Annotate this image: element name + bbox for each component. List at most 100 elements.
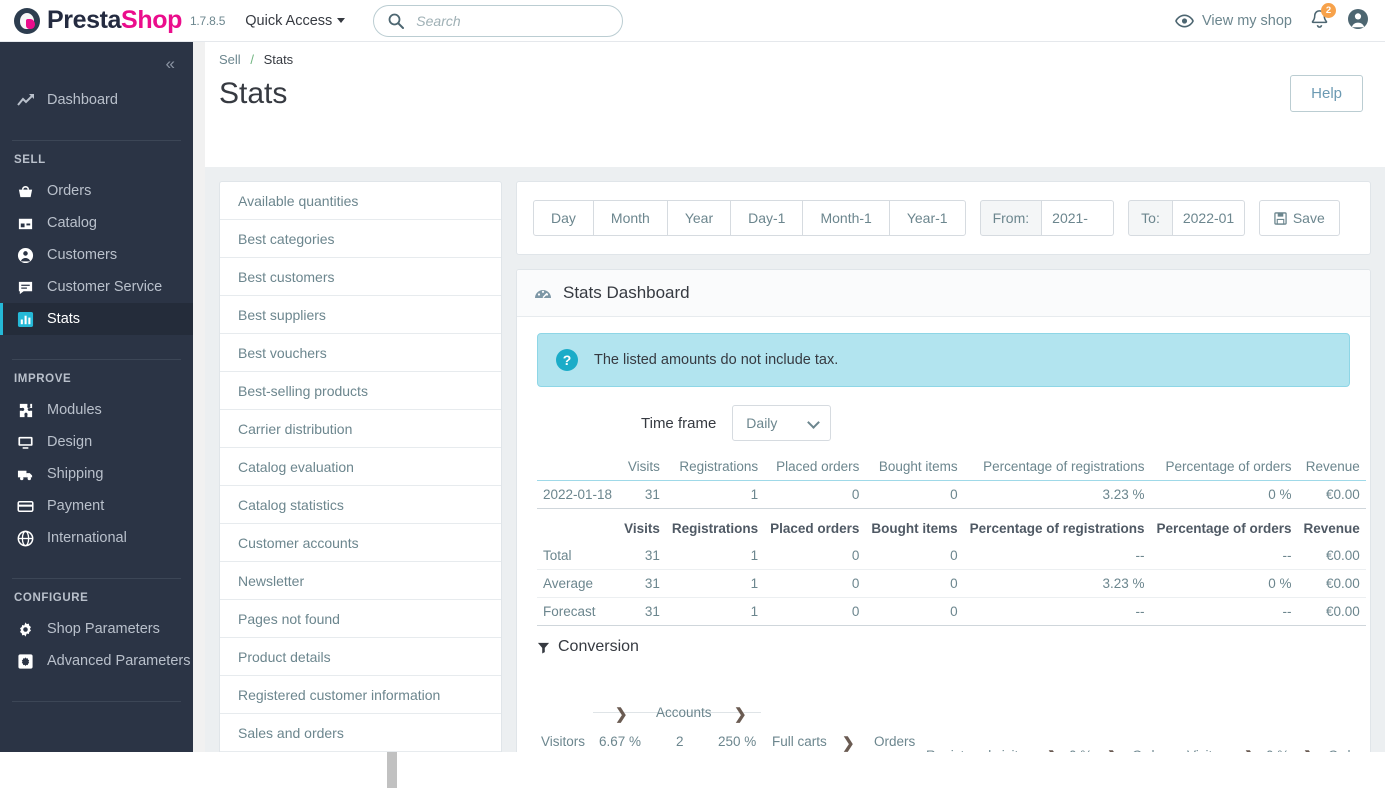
sidebar-divider xyxy=(12,578,181,579)
stats-nav-item-best-vouchers[interactable]: Best vouchers xyxy=(220,334,501,372)
person-circle-icon xyxy=(1348,9,1368,29)
date-from-input[interactable] xyxy=(1042,200,1115,236)
period-button-year[interactable]: Year xyxy=(666,200,732,236)
sum-col-pct-orders: Percentage of orders xyxy=(1156,521,1292,536)
sidebar-divider xyxy=(12,701,181,702)
stats-nav-item-available-quantities[interactable]: Available quantities xyxy=(220,182,501,220)
stats-nav-item-customer-accounts[interactable]: Customer accounts xyxy=(220,524,501,562)
cell-placed-orders: 0 xyxy=(764,480,866,509)
stats-nav-item-carrier-distribution[interactable]: Carrier distribution xyxy=(220,410,501,448)
conversion-accounts-value: 2 xyxy=(676,734,684,749)
stats-nav-item-catalog-statistics[interactable]: Catalog statistics xyxy=(220,486,501,524)
stats-nav-item-pages-not-found[interactable]: Pages not found xyxy=(220,600,501,638)
conversion-accounts-label: Accounts xyxy=(656,705,712,720)
right-column: Day Month Year Day-1 Month-1 Year-1 From… xyxy=(516,181,1371,752)
quick-access-menu[interactable]: Quick Access xyxy=(245,13,346,29)
stats-nav-item-catalog-evaluation[interactable]: Catalog evaluation xyxy=(220,448,501,486)
period-button-group: Day Month Year Day-1 Month-1 Year-1 xyxy=(533,200,966,236)
sidebar-item-customer-service[interactable]: Customer Service xyxy=(0,271,193,303)
page-title-row: Stats Help xyxy=(219,75,1371,112)
sidebar-item-modules[interactable]: Modules xyxy=(0,394,193,426)
sidebar-item-design[interactable]: Design xyxy=(0,426,193,458)
stats-nav-item-best-customers[interactable]: Best customers xyxy=(220,258,501,296)
cell-registrations: 1 xyxy=(665,597,765,626)
col-revenue: Revenue xyxy=(1297,453,1366,481)
stats-nav-item-product-details[interactable]: Product details xyxy=(220,638,501,676)
date-range-card: Day Month Year Day-1 Month-1 Year-1 From… xyxy=(516,181,1371,255)
stats-nav-item-registered-customer-information[interactable]: Registered customer information xyxy=(220,676,501,714)
bar-chart-icon xyxy=(16,310,35,329)
cell-bought-items: 0 xyxy=(865,597,964,626)
conversion-accounts-rate-out: 250 % xyxy=(718,734,757,749)
col-date xyxy=(537,453,619,481)
sidebar-item-international[interactable]: International xyxy=(0,522,193,554)
time-frame-select[interactable]: DailyWeeklyMonthlyYearly xyxy=(732,405,832,441)
conversion-chevron-icon: ❯ xyxy=(842,735,855,752)
sidebar-section-title-sell: SELL xyxy=(14,154,46,166)
conversion-funnel: Visitors 30 ❯ 6.67 % Accounts 2 ❯ 250 % … xyxy=(537,664,1369,752)
stats-summary-table: Visits Registrations Placed orders Bough… xyxy=(537,453,1366,626)
conversion-chevron-icon: ❯ xyxy=(615,706,628,723)
sidebar-item-dashboard[interactable]: Dashboard xyxy=(0,84,193,116)
notifications-button[interactable]: 2 xyxy=(1310,3,1336,32)
cell-revenue: €0.00 xyxy=(1297,569,1366,598)
view-my-shop-link[interactable]: View my shop xyxy=(1175,13,1292,29)
conversion-orders-label-3: Orders xyxy=(1328,748,1369,752)
sidebar-item-customers[interactable]: Customers xyxy=(0,239,193,271)
sidebar-scrollbar-track[interactable] xyxy=(193,42,398,788)
table-row: Average 31 1 0 0 3.23 % 0 % €0.00 xyxy=(537,569,1366,598)
period-button-day[interactable]: Day xyxy=(533,200,594,236)
conversion-full-carts-label: Full carts xyxy=(772,734,827,749)
cell-pct-registrations: -- xyxy=(963,542,1151,570)
stats-dashboard-card: Stats Dashboard ? The listed amounts do … xyxy=(516,269,1371,752)
period-button-month-1[interactable]: Month-1 xyxy=(802,200,890,236)
search-box[interactable] xyxy=(373,4,624,37)
cell-pct-registrations: 3.23 % xyxy=(963,480,1151,509)
user-account-button[interactable] xyxy=(1347,8,1369,33)
monitor-icon xyxy=(16,433,35,452)
top-bar: PrestaShop 1.7.8.5 Quick Access View my … xyxy=(0,0,1385,42)
stats-nav-item-sales-and-orders[interactable]: Sales and orders xyxy=(220,714,501,752)
time-frame-label: Time frame xyxy=(641,414,717,432)
card-icon xyxy=(16,497,35,516)
sidebar-item-shop-parameters[interactable]: Shop Parameters xyxy=(0,613,193,645)
conversion-visitors-rate-2: 0 % xyxy=(1266,748,1289,752)
sidebar-item-catalog-label: Catalog xyxy=(47,215,97,231)
stats-nav-item-best-suppliers[interactable]: Best suppliers xyxy=(220,296,501,334)
period-button-month[interactable]: Month xyxy=(592,200,668,236)
sidebar-item-shipping[interactable]: Shipping xyxy=(0,458,193,490)
sum-col-placed-orders: Placed orders xyxy=(770,521,860,536)
stats-nav-item-best-categories[interactable]: Best categories xyxy=(220,220,501,258)
cell-pct-orders: 0 % xyxy=(1150,480,1298,509)
save-button[interactable]: Save xyxy=(1258,200,1340,236)
sidebar-item-catalog[interactable]: Catalog xyxy=(0,207,193,239)
breadcrumb-parent[interactable]: Sell xyxy=(219,52,241,67)
period-button-year-1[interactable]: Year-1 xyxy=(888,200,966,236)
col-placed-orders: Placed orders xyxy=(764,453,866,481)
sidebar-item-orders[interactable]: Orders xyxy=(0,175,193,207)
main-content: Sell / Stats Stats Help Available quanti… xyxy=(205,42,1385,752)
cell-placed-orders: 0 xyxy=(764,569,866,598)
stats-dashboard-header: Stats Dashboard xyxy=(517,270,1370,317)
sidebar-item-stats[interactable]: Stats xyxy=(0,303,193,335)
conversion-chevron-icon: ❯ xyxy=(734,706,747,723)
collapse-sidebar-button[interactable]: « xyxy=(166,55,175,72)
conversion-chevron-icon: ❯ xyxy=(1303,748,1316,752)
puzzle-icon xyxy=(16,401,35,420)
search-input[interactable] xyxy=(414,11,609,30)
cell-registrations: 1 xyxy=(665,569,765,598)
sidebar-item-advanced-parameters[interactable]: Advanced Parameters xyxy=(0,645,193,677)
date-range-row: Day Month Year Day-1 Month-1 Year-1 From… xyxy=(533,200,1354,236)
sum-col-bought-items: Bought items xyxy=(871,521,958,536)
period-button-day-1[interactable]: Day-1 xyxy=(730,200,804,236)
help-button[interactable]: Help xyxy=(1290,75,1363,112)
date-to-input[interactable] xyxy=(1172,200,1245,236)
stats-nav-item-newsletter[interactable]: Newsletter xyxy=(220,562,501,600)
sidebar-item-payment[interactable]: Payment xyxy=(0,490,193,522)
prestashop-logo[interactable]: PrestaShop 1.7.8.5 xyxy=(14,6,225,35)
conversion-section-title: Conversion xyxy=(537,638,1350,656)
top-bar-right: View my shop 2 xyxy=(1175,3,1385,33)
date-from-label: From: xyxy=(979,200,1043,236)
stats-nav-item-best-selling-products[interactable]: Best-selling products xyxy=(220,372,501,410)
